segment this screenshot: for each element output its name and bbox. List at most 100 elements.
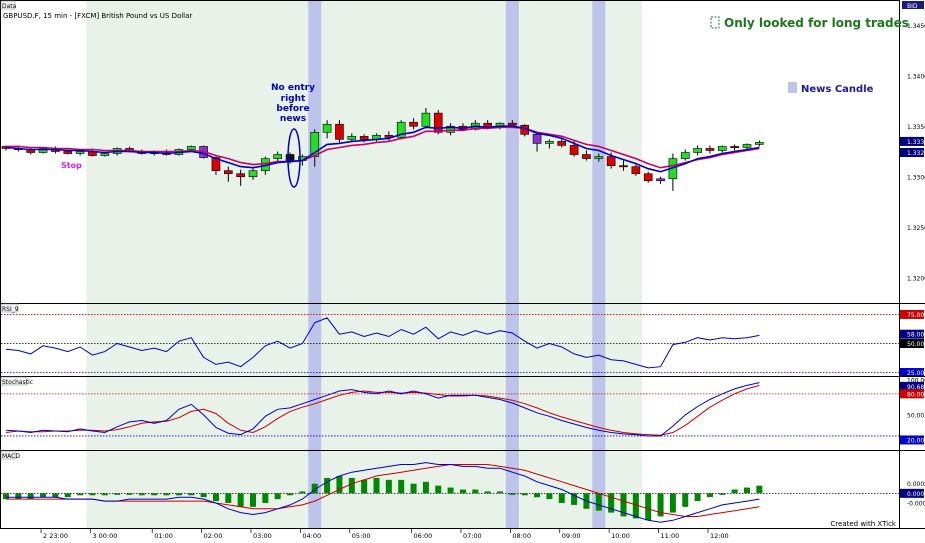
macd-histogram-bar	[534, 493, 541, 498]
candle-body	[248, 170, 258, 178]
credit-label: Created with XTick	[830, 520, 897, 528]
time-label-13: 11:00	[661, 532, 680, 539]
price-current-2: 1.3326	[907, 150, 925, 157]
time-label-12: 10:00	[611, 532, 630, 539]
macd-histogram-bar	[595, 493, 602, 511]
candle-body	[359, 136, 369, 140]
macd-tick-3: -0.0005	[907, 500, 925, 507]
time-label-8: 06:00	[414, 532, 433, 539]
macd-histogram-bar	[101, 493, 108, 496]
macd-histogram-bar	[250, 493, 256, 507]
macd-histogram-bar	[212, 493, 219, 502]
macd-histogram-bar	[546, 493, 553, 500]
rsi-tick-3: 50.00	[907, 341, 924, 348]
macd-histogram-bar	[225, 493, 232, 503]
macd-histogram-bar	[274, 493, 281, 500]
macd-histogram-bar	[521, 493, 528, 496]
news-candle-band-3	[592, 1, 606, 528]
macd-histogram-bar	[756, 485, 763, 494]
tag-macd: MACD	[2, 453, 20, 460]
macd-histogram-bar	[151, 493, 158, 496]
bid-label: BID	[907, 3, 918, 10]
macd-histogram-bar	[731, 489, 738, 494]
time-label-4: 02:00	[204, 532, 223, 539]
macd-histogram-bar	[410, 483, 417, 494]
macd-histogram-bar	[484, 491, 491, 494]
macd-histogram-bar	[706, 493, 713, 498]
candle-body	[285, 154, 295, 161]
candle-body	[643, 173, 653, 182]
macd-histogram-bar	[15, 493, 22, 500]
candle-body	[680, 152, 690, 159]
stop-label: Stop	[61, 161, 82, 170]
macd-histogram-bar	[348, 477, 355, 494]
candle-body	[63, 151, 73, 154]
macd-histogram-bar	[385, 479, 392, 494]
news-legend-text: News Candle	[801, 84, 874, 95]
green-zone-layer	[86, 1, 643, 528]
macd-histogram-bar	[447, 487, 454, 494]
price-tick-4: 1.3300	[907, 174, 925, 181]
macd-histogram-bar	[287, 493, 294, 496]
no-entry-line-3: before	[276, 104, 309, 114]
macd-histogram-bar	[497, 491, 503, 494]
tag-data: Data	[2, 3, 17, 10]
macd-histogram-bar	[175, 493, 182, 496]
price-tick-3: 1.3350	[907, 124, 925, 131]
macd-tick-1: 0.0005	[907, 481, 925, 488]
candle-body	[582, 154, 591, 159]
chart-canvas: 1.3450 1.3400 1.3350 1.3300 1.3250 1.3200 1.33…	[0, 0, 925, 540]
candle-body	[606, 156, 616, 166]
candle-body	[224, 170, 233, 175]
candle-body	[532, 134, 542, 144]
time-label-5: 03:00	[253, 532, 272, 539]
macd-histogram-bar	[114, 493, 121, 495]
candle-body	[409, 121, 418, 127]
candle-body	[335, 123, 344, 140]
macd-histogram-bar	[435, 485, 442, 494]
macd-histogram-bar	[188, 493, 195, 496]
candle-body	[347, 136, 357, 140]
macd-histogram-bar	[138, 493, 145, 496]
candle-body	[656, 178, 665, 182]
macd-histogram-bar	[509, 493, 516, 495]
candle-body	[236, 173, 245, 178]
macd-histogram-bar	[163, 493, 170, 496]
chart-title: GBPUSD.F, 15 min - [FXCM] British Pound …	[3, 12, 192, 20]
macd-histogram-bar	[669, 493, 676, 513]
price-tick-5: 1.3250	[907, 225, 925, 232]
time-label-10: 08:00	[512, 532, 531, 539]
price-current-1: 1.3333	[907, 139, 925, 146]
tag-stochastic: Stochastic	[2, 379, 33, 386]
macd-histogram-bar	[682, 493, 689, 507]
news-candle-band-1	[308, 1, 322, 528]
macd-histogram-bar	[459, 489, 466, 494]
macd-histogram-bar	[126, 493, 133, 495]
stoch-tick-3: 80.00	[907, 391, 924, 398]
rsi-tick-2: 58.00	[907, 332, 924, 339]
macd-histogram-bar	[558, 493, 565, 503]
price-tick-2: 1.3400	[907, 73, 925, 80]
candle-body	[433, 112, 443, 133]
macd-histogram-bar	[299, 491, 306, 494]
time-label-3: 01:00	[154, 532, 173, 539]
candle-body	[508, 122, 517, 126]
candle-body	[557, 141, 567, 146]
stoch-tick-5: 20.00	[907, 437, 924, 444]
candle-body	[273, 154, 283, 159]
long-zone-legend-text: Only looked for long trades	[724, 16, 909, 30]
long-trade-zone	[86, 1, 643, 528]
macd-histogram-bar	[52, 493, 59, 498]
macd-histogram-bar	[373, 477, 380, 494]
candle-body	[631, 166, 641, 175]
no-entry-line-2: right	[281, 94, 306, 104]
macd-histogram-bar	[3, 493, 9, 500]
macd-histogram-bar	[27, 493, 34, 500]
candle-body	[717, 146, 727, 151]
time-label-14: 12:00	[710, 532, 729, 539]
no-entry-line-1: No entry	[271, 83, 315, 93]
macd-histogram-bar	[77, 493, 84, 496]
candle-body	[545, 141, 554, 144]
time-label-11: 09:00	[562, 532, 581, 539]
macd-histogram-bar	[64, 493, 71, 498]
